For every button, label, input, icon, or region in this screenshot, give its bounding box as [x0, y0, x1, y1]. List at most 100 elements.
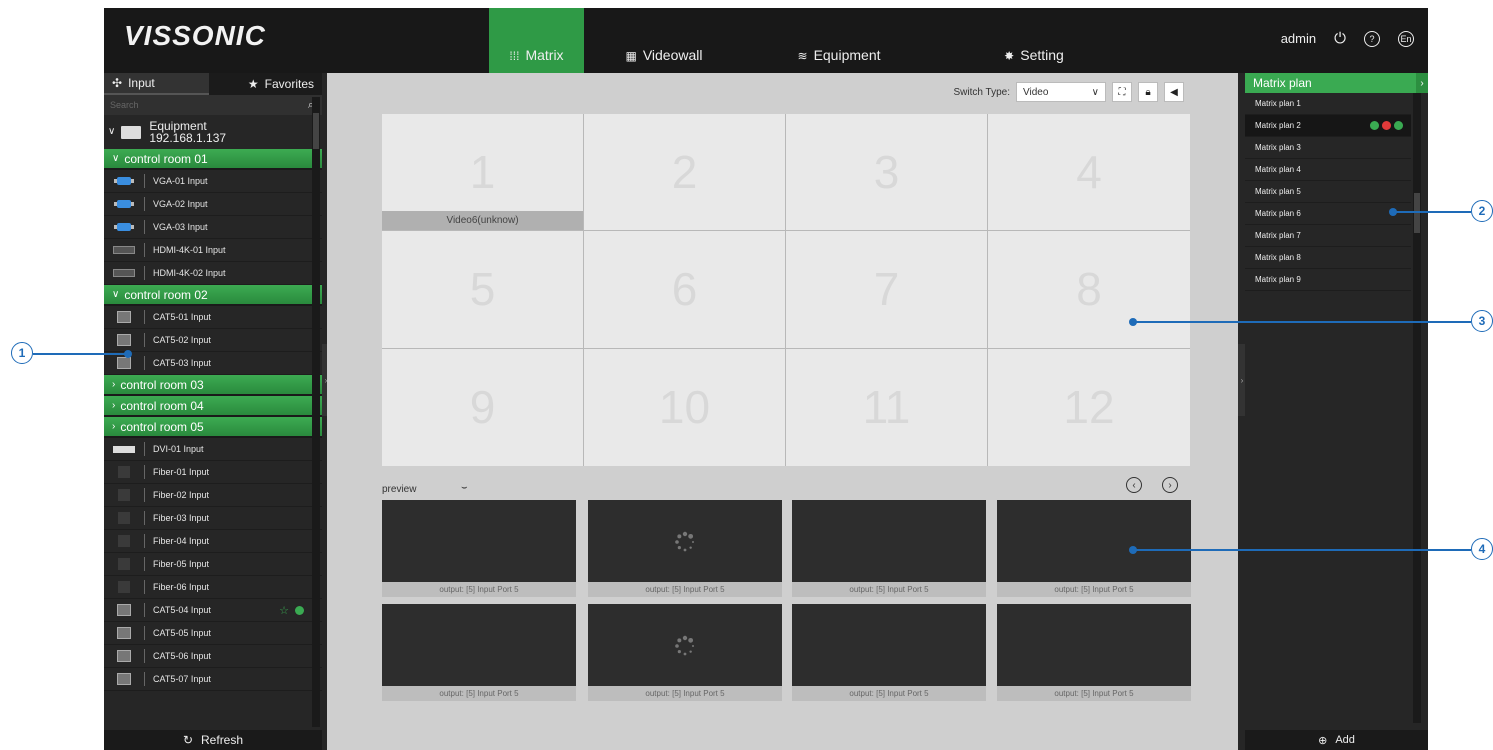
matrix-cell[interactable]: 11 [786, 348, 988, 466]
preview-tile[interactable] [588, 604, 782, 686]
matrix-plan-item[interactable]: Matrix plan 1 [1245, 93, 1411, 115]
chevron-right-icon: › [112, 379, 116, 390]
matrix-plan-item[interactable]: Matrix plan 9 [1245, 269, 1411, 291]
matrix-plan-item[interactable]: Matrix plan 3 [1245, 137, 1411, 159]
matrix-plan-item[interactable]: Matrix plan 4 [1245, 159, 1411, 181]
delete-icon[interactable] [1382, 121, 1391, 130]
group-header[interactable]: ∨ control room 02 [104, 285, 322, 306]
fiber-port-icon [118, 466, 130, 478]
fullscreen-button[interactable]: ⛶ [1112, 82, 1132, 102]
matrix-plan-item[interactable]: Matrix plan 5 [1245, 181, 1411, 203]
input-item[interactable]: VGA-01 Input [104, 170, 322, 193]
matrix-cell[interactable]: 8 [988, 231, 1190, 349]
input-item[interactable]: Fiber-03 Input [104, 507, 322, 530]
input-item[interactable]: Fiber-02 Input [104, 484, 322, 507]
input-item[interactable]: CAT5-05 Input [104, 622, 322, 645]
left-scrollbar[interactable] [312, 97, 320, 727]
matrix-cell[interactable]: 10 [584, 348, 786, 466]
matrix-plan-item[interactable]: Matrix plan 2 [1245, 115, 1411, 137]
input-item[interactable]: HDMI-4K-02 Input [104, 262, 322, 285]
chevron-down-icon[interactable]: ∨ [108, 126, 115, 138]
group-header[interactable]: › control room 05 [104, 417, 322, 438]
matrix-cell[interactable]: 1 Video6(unknow) [382, 114, 584, 232]
language-icon[interactable]: En [1398, 30, 1414, 47]
tab-input[interactable]: ✣ Input [104, 73, 209, 95]
plus-circle-icon: ⊕ [1318, 734, 1328, 747]
preview-caption: output: [5] Input Port 5 [792, 582, 986, 597]
preview-tile[interactable] [382, 500, 576, 582]
mute-button[interactable]: ◀ [1164, 82, 1184, 102]
group-header[interactable]: ∨ control room 01 [104, 149, 322, 170]
tab-videowall[interactable]: ▦ Videowall [589, 8, 739, 73]
preview-tile[interactable] [997, 604, 1191, 686]
power-icon[interactable]: ⏻ [1334, 30, 1346, 47]
switch-type-select[interactable]: Video ∨ [1016, 82, 1106, 102]
preview-tile[interactable] [588, 500, 782, 582]
callout-line [1393, 211, 1471, 213]
scrollbar-thumb[interactable] [1414, 193, 1420, 233]
tab-favorites[interactable]: ★ Favorites [209, 73, 322, 95]
matrix-grid: 1 Video6(unknow) 2 3 4 5 6 7 8 9 10 11 12 [382, 114, 1190, 466]
user-name: admin [1280, 31, 1317, 46]
preview-tile[interactable] [792, 604, 986, 686]
tab-setting[interactable]: ✸ Setting [949, 8, 1119, 73]
input-item[interactable]: Fiber-05 Input [104, 553, 322, 576]
scrollbar-thumb[interactable] [313, 113, 319, 149]
next-page-button[interactable]: › [1162, 477, 1178, 493]
cat5-port-icon [117, 357, 131, 369]
input-item[interactable]: HDMI-4K-01 Input [104, 239, 322, 262]
logo: VISSONIC [124, 20, 266, 51]
matrix-plan-item[interactable]: Matrix plan 8 [1245, 247, 1411, 269]
eye-icon[interactable]: ⌣ [461, 482, 468, 493]
refresh-button[interactable]: ↻ Refresh [104, 730, 322, 750]
prev-page-button[interactable]: ‹ [1126, 477, 1142, 493]
matrix-plan-item[interactable]: Matrix plan 7 [1245, 225, 1411, 247]
star-outline-icon[interactable]: ☆ [279, 604, 289, 617]
input-icon: ✣ [112, 76, 123, 90]
group-header[interactable]: › control room 04 [104, 396, 322, 417]
input-item[interactable]: CAT5-07 Input [104, 668, 322, 691]
chevron-left-icon: ‹ [1132, 479, 1136, 491]
equipment-node[interactable]: ∨ Equipment 192.168.1.137 [104, 115, 322, 149]
top-bar: VISSONIC ⁞⁞⁞ Matrix ▦ Videowall ≋ Equipment ✸ S… [104, 8, 1428, 73]
input-panel: ✣ Input ★ Favorites Search ⌕ ∨ Equipment 19… [104, 73, 322, 750]
tab-matrix[interactable]: ⁞⁞⁞ Matrix [489, 8, 584, 73]
preview-tile[interactable] [792, 500, 986, 582]
matrix-cell[interactable]: 2 [584, 114, 786, 232]
matrix-workspace: Switch Type: Video ∨ ⛶ 🔒︎ ◀ 1 Video6(unkno… [327, 73, 1238, 750]
matrix-cell[interactable]: 7 [786, 231, 988, 349]
preview-caption: output: [5] Input Port 5 [382, 686, 576, 701]
add-plan-button[interactable]: ⊕ Add [1245, 730, 1428, 750]
callout-dot [124, 350, 132, 358]
matrix-plan-item[interactable]: Matrix plan 6 [1245, 203, 1411, 225]
input-item[interactable]: Fiber-04 Input [104, 530, 322, 553]
input-item[interactable]: CAT5-02 Input [104, 329, 322, 352]
matrix-cell[interactable]: 12 [988, 349, 1190, 466]
input-item[interactable]: DVI-01 Input [104, 438, 322, 461]
input-item[interactable]: CAT5-06 Input [104, 645, 322, 668]
input-item[interactable]: Fiber-06 Input [104, 576, 322, 599]
input-item[interactable]: CAT5-03 Input [104, 352, 322, 375]
chevron-down-icon: ∨ [112, 153, 120, 164]
preview-tile[interactable] [997, 500, 1191, 582]
input-item[interactable]: Fiber-01 Input [104, 461, 322, 484]
matrix-cell[interactable]: 4 [988, 114, 1190, 232]
lock-button[interactable]: 🔒︎ [1138, 82, 1158, 102]
right-scrollbar[interactable] [1413, 93, 1421, 723]
search-input[interactable]: Search ⌕ [104, 95, 322, 115]
matrix-cell[interactable]: 3 [786, 114, 988, 232]
matrix-cell[interactable]: 5 [382, 231, 584, 349]
input-item[interactable]: VGA-03 Input [104, 216, 322, 239]
edit-icon[interactable] [1394, 121, 1403, 130]
help-icon[interactable]: ? [1364, 30, 1380, 47]
chevron-right-icon[interactable]: › [1416, 73, 1428, 93]
group-header[interactable]: › control room 03 [104, 375, 322, 396]
tab-equipment[interactable]: ≋ Equipment [744, 8, 934, 73]
matrix-cell[interactable]: 6 [584, 231, 786, 349]
input-item[interactable]: VGA-02 Input [104, 193, 322, 216]
matrix-cell[interactable]: 9 [382, 348, 584, 466]
apply-icon[interactable] [1370, 121, 1379, 130]
input-item[interactable]: CAT5-01 Input [104, 306, 322, 329]
preview-tile[interactable] [382, 604, 576, 686]
input-item[interactable]: CAT5-04 Input ☆ [104, 599, 322, 622]
